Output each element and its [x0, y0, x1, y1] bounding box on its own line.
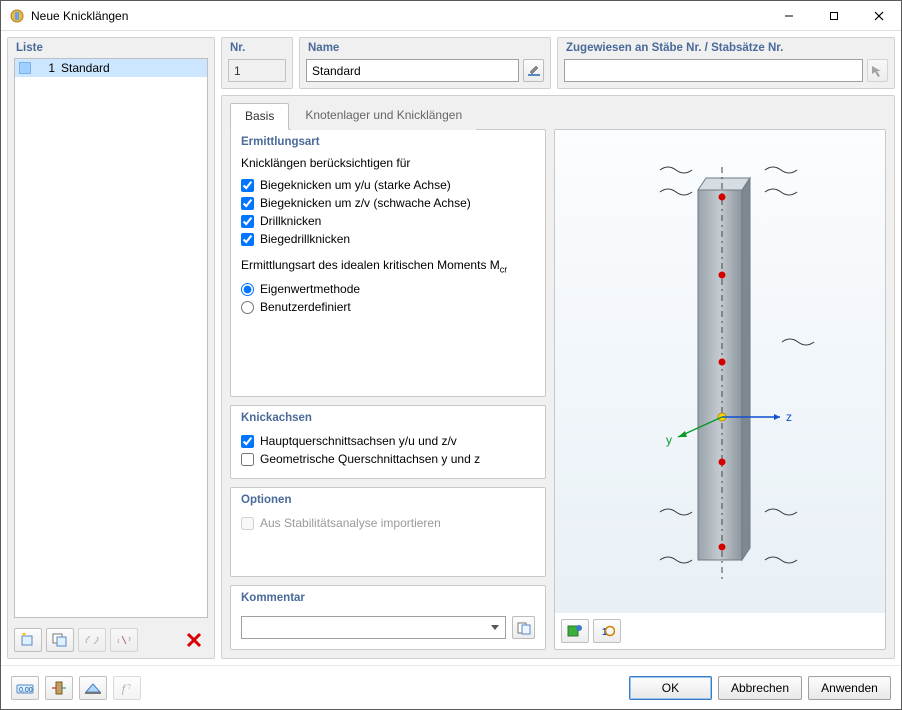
list-item[interactable]: 1 Standard — [15, 59, 207, 77]
sidebar-panel: Liste 1 Standard — [7, 37, 215, 659]
preview-display-options-button[interactable] — [561, 619, 589, 643]
group-kommentar: Kommentar — [230, 585, 546, 650]
title-bar: Neue Knicklängen — [1, 1, 901, 31]
color-swatch-icon — [19, 62, 31, 74]
check-stabilitaetsanalyse: Aus Stabilitätsanalyse importieren — [241, 514, 535, 532]
list-box[interactable]: 1 Standard — [14, 58, 208, 618]
field-nr-panel: Nr. — [221, 37, 293, 89]
copy-item-button[interactable] — [46, 628, 74, 652]
link-button — [78, 628, 106, 652]
check-drillknicken[interactable]: Drillknicken — [241, 212, 535, 230]
unlink-button — [110, 628, 138, 652]
preview-print-button[interactable]: 1 — [593, 619, 621, 643]
field-nr-label: Nr. — [222, 38, 292, 56]
nr-input — [228, 59, 286, 82]
preview-canvas[interactable]: z y — [555, 130, 885, 613]
assign-input[interactable] — [564, 59, 863, 82]
field-assign-panel: Zugewiesen an Stäbe Nr. / Stabsätze Nr. — [557, 37, 895, 89]
footer-view-button[interactable] — [79, 676, 107, 700]
field-assign-label: Zugewiesen an Stäbe Nr. / Stabsätze Nr. — [558, 38, 894, 56]
radio-eigenwertmethode[interactable]: Eigenwertmethode — [241, 280, 535, 298]
check-hauptachsen[interactable]: Hauptquerschnittsachsen y/u und z/v — [241, 432, 535, 450]
app-icon — [9, 8, 25, 24]
group-kommentar-title: Kommentar — [241, 592, 535, 604]
preview-panel: z y — [554, 129, 886, 650]
window-title: Neue Knicklängen — [31, 9, 766, 23]
radio-benutzerdefiniert[interactable]: Benutzerdefiniert — [241, 298, 535, 316]
list-item-name: Standard — [61, 61, 110, 75]
tab-basis[interactable]: Basis — [230, 103, 289, 130]
new-item-button[interactable] — [14, 628, 42, 652]
comment-combo[interactable] — [241, 616, 506, 639]
check-biegeknicken-zv[interactable]: Biegeknicken um z/v (schwache Achse) — [241, 194, 535, 212]
maximize-button[interactable] — [811, 1, 856, 30]
svg-text:0,00: 0,00 — [19, 687, 33, 694]
group-ermittlungsart: Ermittlungsart Knicklängen berücksichtig… — [230, 129, 546, 397]
field-name-panel: Name — [299, 37, 551, 89]
ermittlung-sub2: Ermittlungsart des idealen kritischen Mo… — [241, 258, 535, 274]
apply-button[interactable]: Anwenden — [808, 676, 891, 700]
delete-button[interactable] — [180, 628, 208, 652]
group-knickachsen: Knickachsen Hauptquerschnittsachsen y/u … — [230, 405, 546, 479]
ermittlung-sub1: Knicklängen berücksichtigen für — [241, 156, 535, 170]
cancel-button[interactable]: Abbrechen — [718, 676, 802, 700]
ok-button[interactable]: OK — [629, 676, 712, 700]
group-optionen: Optionen Aus Stabilitätsanalyse importie… — [230, 487, 546, 577]
check-biegeknicken-yu[interactable]: Biegeknicken um y/u (starke Achse) — [241, 176, 535, 194]
footer-units-button[interactable]: 0,00 — [11, 676, 39, 700]
footer-member-button[interactable] — [45, 676, 73, 700]
close-button[interactable] — [856, 1, 901, 30]
tab-knotenlager[interactable]: Knotenlager und Knicklängen — [291, 103, 476, 130]
list-item-number: 1 — [37, 61, 55, 75]
tabs: Basis Knotenlager und Knicklängen — [222, 96, 894, 129]
name-edit-button[interactable] — [523, 59, 544, 82]
svg-text:?: ? — [127, 684, 131, 691]
svg-text:z: z — [786, 410, 792, 424]
footer-function-button: ƒ? — [113, 676, 141, 700]
column-3d-preview: z y — [570, 152, 870, 592]
comment-library-button[interactable] — [512, 616, 535, 639]
name-input[interactable] — [306, 59, 519, 82]
field-name-label: Name — [300, 38, 550, 56]
check-geometrische-achsen[interactable]: Geometrische Querschnittachsen y und z — [241, 450, 535, 468]
check-biegedrillknicken[interactable]: Biegedrillknicken — [241, 230, 535, 248]
group-knickachsen-title: Knickachsen — [241, 412, 535, 424]
pick-members-button[interactable] — [867, 59, 888, 82]
svg-text:y: y — [666, 433, 672, 447]
sidebar-header: Liste — [8, 38, 214, 56]
minimize-button[interactable] — [766, 1, 811, 30]
group-optionen-title: Optionen — [241, 494, 535, 506]
svg-text:ƒ: ƒ — [120, 682, 127, 695]
group-ermittlungsart-title: Ermittlungsart — [241, 136, 535, 148]
